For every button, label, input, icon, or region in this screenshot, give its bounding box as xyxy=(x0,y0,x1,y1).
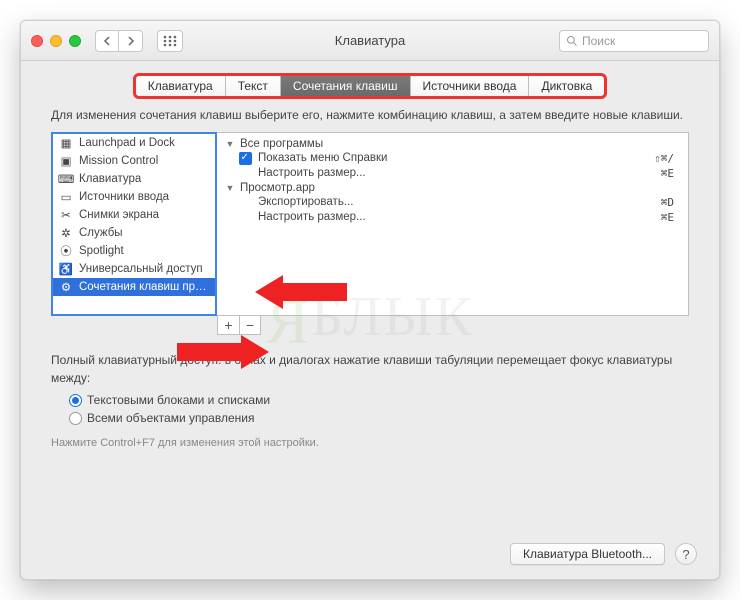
help-button[interactable]: ? xyxy=(675,543,697,565)
app-shortcut-icon: ⚙ xyxy=(59,280,73,294)
shortcut-keys[interactable]: ⌘E xyxy=(661,211,680,224)
add-remove-bar: + − xyxy=(51,315,689,335)
search-icon xyxy=(566,35,578,47)
shortcut-checkbox[interactable] xyxy=(239,152,252,165)
category-screenshots[interactable]: ✂Снимки экрана xyxy=(53,206,215,224)
radio-icon xyxy=(69,412,82,425)
titlebar: Клавиатура Поиск xyxy=(21,21,719,61)
category-keyboard[interactable]: ⌨Клавиатура xyxy=(53,170,215,188)
fka-option-all-controls[interactable]: Всеми объектами управления xyxy=(69,409,689,427)
tab-keyboard[interactable]: Клавиатура xyxy=(136,76,226,96)
shortcut-keys[interactable]: ⇧⌘/ xyxy=(654,152,680,165)
group-preview-app[interactable]: ▼ Просмотр.app xyxy=(224,181,680,195)
services-icon: ✲ xyxy=(59,226,73,240)
category-launchpad[interactable]: ▦Launchpad и Dock xyxy=(53,134,215,152)
back-button[interactable] xyxy=(95,30,119,52)
tab-segment: Клавиатура Текст Сочетания клавиш Источн… xyxy=(135,75,606,97)
tab-shortcuts[interactable]: Сочетания клавиш xyxy=(281,76,411,96)
accessibility-icon: ♿ xyxy=(59,262,73,276)
close-window-button[interactable] xyxy=(31,35,43,47)
shortcut-keys[interactable]: ⌘E xyxy=(661,167,680,180)
fka-intro: Полный клавиатурный доступ: в окнах и ди… xyxy=(51,351,689,387)
shortcut-keys[interactable]: ⌘D xyxy=(661,196,680,209)
shortcut-row[interactable]: Настроить размер... ⌘E xyxy=(224,210,680,225)
chevron-left-icon xyxy=(103,36,111,46)
footer: Клавиатура Bluetooth... ? xyxy=(510,543,697,565)
search-input[interactable]: Поиск xyxy=(559,30,709,52)
shortcut-row[interactable]: Настроить размер... ⌘E xyxy=(224,166,680,181)
minimize-window-button[interactable] xyxy=(50,35,62,47)
shortcut-row[interactable]: Экспортировать... ⌘D xyxy=(224,195,680,210)
grid-icon xyxy=(163,35,177,47)
category-mission-control[interactable]: ▣Mission Control xyxy=(53,152,215,170)
disclosure-triangle-icon[interactable]: ▼ xyxy=(224,139,236,149)
spotlight-icon: ⦿ xyxy=(59,244,73,258)
nav-buttons xyxy=(95,30,143,52)
tab-input-sources[interactable]: Источники ввода xyxy=(411,76,530,96)
fka-hint: Нажмите Control+F7 для изменения этой на… xyxy=(51,435,689,452)
screenshot-icon: ✂ xyxy=(59,208,73,222)
preferences-window: Клавиатура Поиск Клавиатура Текст Сочета… xyxy=(20,20,720,580)
category-input-sources[interactable]: ▭Источники ввода xyxy=(53,188,215,206)
help-text: Для изменения сочетания клавиш выберите … xyxy=(51,107,689,124)
full-keyboard-access-section: Полный клавиатурный доступ: в окнах и ди… xyxy=(51,351,689,452)
show-all-button[interactable] xyxy=(157,30,183,52)
disclosure-triangle-icon[interactable]: ▼ xyxy=(224,183,236,193)
category-accessibility[interactable]: ♿Универсальный доступ xyxy=(53,260,215,278)
launchpad-icon: ▦ xyxy=(59,136,73,150)
tab-text[interactable]: Текст xyxy=(226,76,281,96)
bluetooth-keyboard-button[interactable]: Клавиатура Bluetooth... xyxy=(510,543,665,565)
content-area: Для изменения сочетания клавиш выберите … xyxy=(21,107,719,467)
traffic-lights xyxy=(31,35,81,47)
radio-icon xyxy=(69,394,82,407)
fka-option-text-lists[interactable]: Текстовыми блоками и списками xyxy=(69,391,689,409)
tab-dictation[interactable]: Диктовка xyxy=(529,76,604,96)
forward-button[interactable] xyxy=(119,30,143,52)
chevron-right-icon xyxy=(127,36,135,46)
add-button[interactable]: + xyxy=(217,315,239,335)
category-list[interactable]: ▦Launchpad и Dock ▣Mission Control ⌨Клав… xyxy=(51,132,217,316)
mission-control-icon: ▣ xyxy=(59,154,73,168)
category-app-shortcuts[interactable]: ⚙Сочетания клавиш пр… xyxy=(53,278,215,296)
group-all-apps[interactable]: ▼ Все программы xyxy=(224,137,680,151)
category-services[interactable]: ✲Службы xyxy=(53,224,215,242)
shortcut-row[interactable]: Показать меню Справки ⇧⌘/ xyxy=(224,151,680,166)
search-placeholder: Поиск xyxy=(582,34,615,48)
zoom-window-button[interactable] xyxy=(69,35,81,47)
keyboard-icon: ⌨ xyxy=(59,172,73,186)
input-sources-icon: ▭ xyxy=(59,190,73,204)
tabbar: Клавиатура Текст Сочетания клавиш Источн… xyxy=(21,61,719,107)
shortcut-panels: ▦Launchpad и Dock ▣Mission Control ⌨Клав… xyxy=(51,132,689,316)
remove-button[interactable]: − xyxy=(239,315,261,335)
category-spotlight[interactable]: ⦿Spotlight xyxy=(53,242,215,260)
